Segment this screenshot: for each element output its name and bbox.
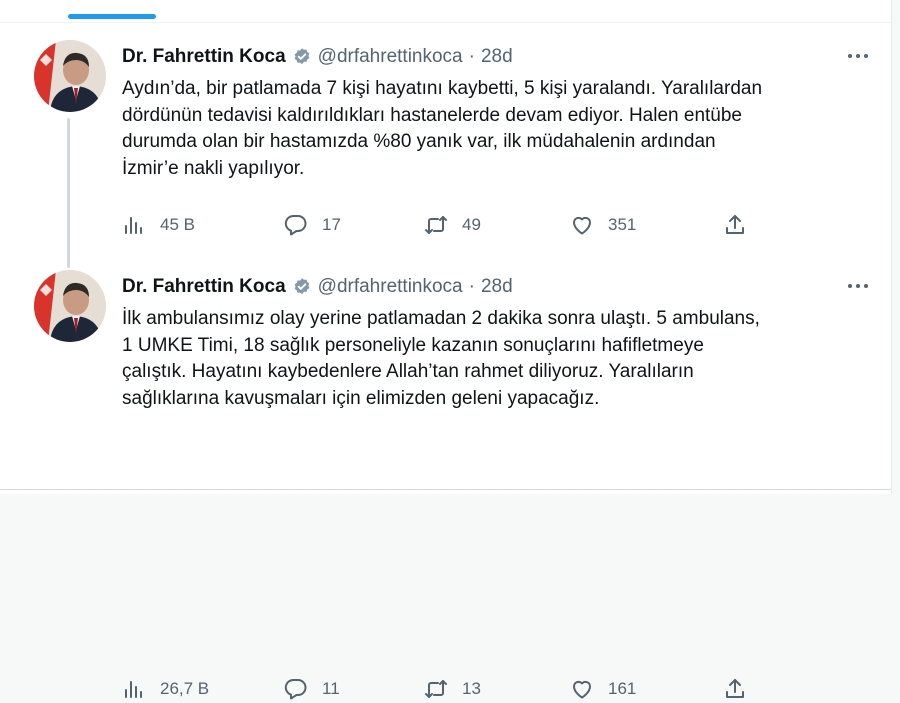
heart-icon <box>570 677 594 701</box>
like-count: 161 <box>608 679 637 698</box>
retweet-icon <box>424 677 448 701</box>
share-button[interactable] <box>723 675 747 703</box>
avatar[interactable] <box>34 40 106 112</box>
views-button[interactable]: 45 B <box>122 211 195 239</box>
active-tab-indicator <box>68 14 156 19</box>
share-upload-icon <box>723 213 747 237</box>
reply-count: 11 <box>322 679 340 698</box>
timeline-panel: Dr. Fahrettin Koca @drfahrettinkoca · 28… <box>0 0 892 700</box>
retweet-button[interactable]: 49 <box>424 211 481 239</box>
reply-count: 17 <box>322 215 341 234</box>
tweet-text-line: İzmir’e nakli yapılıyor. <box>122 157 305 179</box>
separator: · <box>468 276 475 297</box>
retweet-button[interactable]: 13 <box>424 675 481 703</box>
author-name[interactable]: Dr. Fahrettin Koca <box>122 46 286 68</box>
like-button[interactable]: 351 <box>570 211 636 239</box>
views-count: 45 B <box>160 215 195 234</box>
timestamp[interactable]: 28d <box>481 46 513 68</box>
author-handle[interactable]: @drfahrettinkoca <box>318 46 463 68</box>
like-button[interactable]: 161 <box>570 675 636 703</box>
heart-icon <box>570 213 594 237</box>
tweet-text-line: Aydın’da, bir patlamada 7 kişi hayatını … <box>122 78 763 99</box>
thread-connector-line <box>67 118 70 268</box>
retweet-count: 13 <box>462 679 481 698</box>
tweet-text-line: çalıştık. Hayatını kaybedenlere Allah’ta… <box>122 361 694 382</box>
verified-badge-icon <box>292 47 312 67</box>
tweet-header: Dr. Fahrettin Koca @drfahrettinkoca · 28… <box>122 274 513 300</box>
speech-bubble-icon <box>284 213 308 237</box>
tweet-text-line: 1 UMKE Timi, 18 sağlık personeliyle kaza… <box>122 334 704 356</box>
action-bar: 26,7 B 11 13 161 <box>122 675 762 703</box>
author-name[interactable]: Dr. Fahrettin Koca <box>122 276 286 298</box>
reply-button[interactable]: 11 <box>284 675 340 703</box>
tweet-text: İlk ambulansımız olay yerine patlamadan … <box>122 306 882 412</box>
action-bar: 45 B 17 49 351 <box>122 211 762 239</box>
timestamp[interactable]: 28d <box>481 276 513 298</box>
share-button[interactable] <box>723 211 747 239</box>
tweet-text-line: İlk ambulansımız olay yerine patlamadan … <box>122 308 760 329</box>
tweet-header: Dr. Fahrettin Koca @drfahrettinkoca · 28… <box>122 44 513 70</box>
bar-chart-icon <box>122 213 146 237</box>
tweet-text-line: durumda olan bir hastamızda %80 yanık va… <box>122 131 716 152</box>
reply-button[interactable]: 17 <box>284 211 341 239</box>
retweet-icon <box>424 213 448 237</box>
tweet-text-line: sağlıklarına kavuşmaları için elimizden … <box>122 387 600 409</box>
like-count: 351 <box>608 215 637 234</box>
author-handle[interactable]: @drfahrettinkoca <box>318 276 463 298</box>
tweet-text: Aydın’da, bir patlamada 7 kişi hayatını … <box>122 76 882 182</box>
tweet-text-line: dördünün tedavisi kaldırıldıkları hastan… <box>122 104 742 126</box>
divider <box>0 22 891 23</box>
divider <box>0 489 891 490</box>
share-upload-icon <box>723 677 747 701</box>
views-button[interactable]: 26,7 B <box>122 675 209 703</box>
more-dots-icon[interactable] <box>844 46 872 66</box>
retweet-count: 49 <box>462 215 481 234</box>
more-dots-icon[interactable] <box>844 276 872 296</box>
views-count: 26,7 B <box>160 679 210 698</box>
speech-bubble-icon <box>284 677 308 701</box>
verified-badge-icon <box>292 277 312 297</box>
bar-chart-icon <box>122 677 146 701</box>
separator: · <box>468 46 475 67</box>
avatar[interactable] <box>34 270 106 342</box>
